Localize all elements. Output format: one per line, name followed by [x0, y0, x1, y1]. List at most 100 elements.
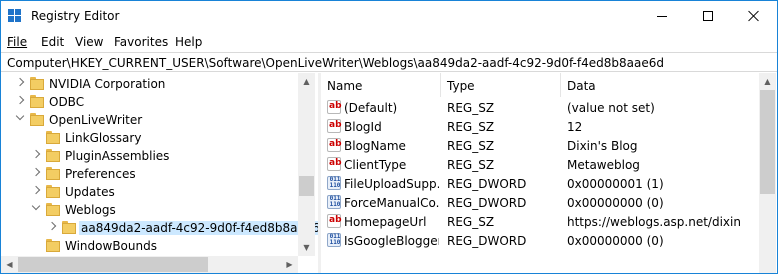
value-data: 12	[567, 120, 583, 134]
tree-item[interactable]: Updates	[1, 183, 301, 201]
maximize-icon	[703, 11, 713, 21]
column-header-name-label: Name	[327, 79, 363, 93]
value-name: (Default)	[344, 101, 398, 115]
folder-icon	[62, 221, 76, 234]
tree-item[interactable]: ODBC	[1, 93, 301, 111]
chevron-down-icon[interactable]	[15, 111, 25, 121]
tree-item-label: LinkGlossary	[65, 131, 142, 145]
scroll-down-arrow-icon[interactable]: ▼	[298, 239, 315, 256]
string-value-icon: ab	[327, 119, 342, 133]
column-header-type[interactable]: Type	[441, 73, 561, 97]
menu-help-label: Help	[175, 35, 203, 49]
tree-item[interactable]: Preferences	[1, 165, 301, 183]
value-type: REG_SZ	[447, 139, 495, 153]
tree-item-label: Preferences	[65, 167, 136, 181]
tree-vertical-scroll-thumb[interactable]	[299, 176, 314, 196]
chevron-right-icon[interactable]	[15, 77, 25, 87]
tree-item[interactable]: NVIDIA Corporation	[1, 75, 301, 93]
menu-edit-label: Edit	[41, 35, 65, 49]
column-header-name[interactable]: Name	[321, 73, 441, 97]
binary-value-icon: 011 110	[327, 195, 341, 209]
folder-icon	[46, 185, 60, 198]
close-button[interactable]	[731, 1, 777, 31]
value-row[interactable]: 011 110 ForceManualCo... REG_DWORD 0x0000000…	[321, 193, 759, 212]
value-row[interactable]: 011110IsGoogleBlogger... REG_DWORD 0x00000…	[321, 231, 759, 250]
window-title: Registry Editor	[31, 9, 120, 23]
value-data: Dixin's Blog	[567, 139, 638, 153]
registry-editor-window: Registry Editor File Edit View Favorites…	[0, 0, 778, 274]
value-data: Metaweblog	[567, 158, 640, 172]
list-vertical-scrollbar[interactable]: ▲	[759, 73, 776, 273]
value-row[interactable]: 011 110 FileUploadSupp... REG_DWORD 0x000000…	[321, 174, 759, 193]
chevron-right-icon[interactable]	[47, 221, 57, 231]
value-row[interactable]: ab BlogId REG_SZ 12	[321, 117, 759, 136]
tree-horizontal-scrollbar[interactable]: ◀ ▶	[1, 256, 298, 273]
value-data: 0x00000001 (1)	[567, 177, 664, 191]
value-type: REG_SZ	[447, 158, 495, 172]
chevron-right-icon[interactable]	[15, 95, 25, 105]
scroll-left-arrow-icon[interactable]: ◀	[1, 256, 18, 273]
folder-icon	[30, 95, 44, 108]
folder-icon	[46, 239, 60, 252]
value-name: BlogName	[344, 139, 406, 153]
scroll-up-arrow-icon[interactable]: ▲	[759, 73, 776, 90]
folder-icon	[46, 203, 60, 216]
value-name: BlogId	[344, 120, 382, 134]
title-bar[interactable]: Registry Editor	[1, 1, 777, 31]
values-list-pane[interactable]: Name Type Data ab (Default) REG_SZ (value n…	[321, 73, 759, 273]
address-path[interactable]: Computer\HKEY_CURRENT_USER\Software\Open…	[7, 56, 664, 70]
chevron-right-icon[interactable]	[31, 149, 41, 159]
value-row[interactable]: ab BlogName REG_SZ Dixin's Blog	[321, 136, 759, 155]
value-type: REG_DWORD	[447, 177, 527, 191]
menu-file[interactable]: File	[7, 35, 27, 49]
chevron-right-icon[interactable]	[31, 185, 41, 195]
minimize-button[interactable]	[639, 1, 685, 31]
tree-item[interactable]: LinkGlossary	[1, 129, 301, 147]
value-row[interactable]: ab ClientType REG_SZ Metaweblog	[321, 155, 759, 174]
tree-item[interactable]: WindowBounds	[1, 237, 301, 255]
tree-item[interactable]: OpenLiveWriter	[1, 111, 301, 129]
tree-item-label: ODBC	[49, 95, 85, 109]
menu-edit[interactable]: Edit	[41, 35, 64, 49]
string-value-icon: ab	[327, 138, 342, 152]
column-header-data[interactable]: Data	[561, 73, 759, 97]
tree-vertical-scrollbar[interactable]: ▲ ▼	[298, 73, 315, 256]
folder-icon	[46, 149, 60, 162]
tree-item[interactable]: PluginAssemblies	[1, 147, 301, 165]
folder-icon	[30, 113, 44, 126]
menu-view-label: View	[75, 35, 104, 49]
tree-horizontal-scroll-thumb[interactable]	[18, 257, 208, 272]
folder-icon	[30, 77, 44, 90]
value-row[interactable]: ab HomepageUrl REG_SZ https://weblogs.asp.n…	[321, 212, 759, 231]
column-header-data-label: Data	[567, 79, 596, 93]
tree-item-selected[interactable]: aa849da2-aadf-4c92-9d0f-f4ed8b8aae6d	[1, 219, 318, 237]
scroll-up-arrow-icon[interactable]: ▲	[298, 73, 315, 90]
string-value-icon: ab	[327, 100, 342, 114]
menu-help[interactable]: Help	[175, 35, 202, 49]
registry-editor-app-icon	[8, 9, 22, 23]
tree-item[interactable]: Weblogs	[1, 201, 301, 219]
value-data: 0x00000000 (0)	[567, 234, 664, 248]
list-vertical-scroll-thumb[interactable]	[760, 90, 775, 194]
address-bar[interactable]: Computer\HKEY_CURRENT_USER\Software\Open…	[1, 52, 777, 72]
maximize-button[interactable]	[685, 1, 731, 31]
scroll-right-arrow-icon[interactable]: ▶	[281, 256, 298, 273]
folder-icon	[46, 131, 60, 144]
chevron-down-icon[interactable]	[31, 201, 41, 211]
value-name: IsGoogleBlogger...	[344, 234, 439, 248]
value-data: 0x00000000 (0)	[567, 196, 664, 210]
value-name: ClientType	[344, 158, 407, 172]
menu-favorites[interactable]: Favorites	[114, 35, 168, 49]
value-type: REG_SZ	[447, 101, 495, 115]
binary-value-icon: 011 110	[327, 233, 341, 247]
menu-file-label: File	[7, 35, 28, 49]
close-icon	[748, 10, 760, 22]
chevron-right-icon[interactable]	[31, 167, 41, 177]
value-type: REG_SZ	[447, 215, 495, 229]
value-type: REG_SZ	[447, 120, 495, 134]
key-tree-pane[interactable]: NVIDIA Corporation ODBC OpenLiveWriter Link…	[1, 73, 318, 273]
value-row[interactable]: ab (Default) REG_SZ (value not set)	[321, 98, 759, 117]
menu-favorites-label: Favorites	[114, 35, 169, 49]
menu-view[interactable]: View	[75, 35, 103, 49]
tree-item-label: Updates	[65, 185, 115, 199]
